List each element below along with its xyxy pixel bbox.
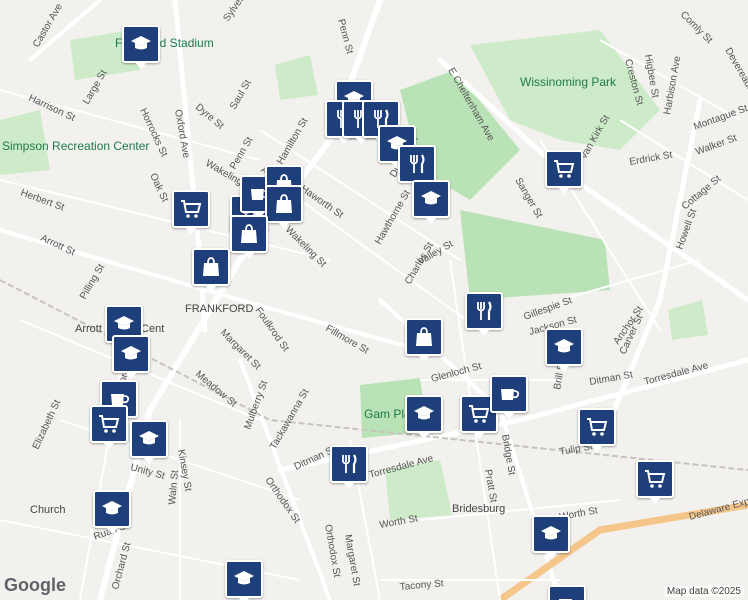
street-label: Orthodox St: [263, 475, 303, 525]
street-label: Pilling St: [78, 262, 107, 301]
school-icon: [419, 187, 443, 211]
google-logo: Google: [4, 575, 66, 595]
street-label: Erdrick St: [629, 150, 674, 168]
coffee-icon: [555, 592, 579, 600]
shopping-cart-icon: [552, 157, 576, 181]
street-label: Sylvester St: [221, 0, 261, 24]
school-marker[interactable]: [225, 560, 263, 600]
shopping-bag-marker[interactable]: [265, 185, 303, 229]
street-label: Arrott St: [39, 233, 77, 259]
street-label: Penn St: [335, 18, 355, 55]
shopping-bag-marker[interactable]: [405, 318, 443, 362]
school-icon: [552, 335, 576, 359]
shopping-bag-icon: [237, 222, 261, 246]
street-label: Meadow St: [193, 369, 239, 410]
street-label: Orthodox St: [322, 524, 342, 579]
street-label: Dyre St: [193, 102, 226, 132]
shopping-bag-icon: [272, 192, 296, 216]
street-label: Devereaux: [722, 46, 748, 93]
restaurant-marker[interactable]: [398, 145, 436, 189]
map-view[interactable]: Wissinoming Park Simpson Recreation Cent…: [0, 0, 748, 600]
street-label: Oak St: [147, 172, 170, 205]
street-label: Comly St: [678, 9, 715, 46]
school-marker[interactable]: [112, 335, 150, 379]
school-marker[interactable]: [412, 180, 450, 224]
park-north: [275, 55, 318, 100]
shopping-cart-icon: [467, 402, 491, 426]
label-park-1: Simpson Recreation Center: [2, 139, 149, 153]
street-label: Mulberry St: [242, 379, 270, 431]
school-icon: [119, 342, 143, 366]
street-label: Elizabeth St: [31, 398, 64, 451]
street-label: Hawthorne St: [373, 188, 413, 246]
street-label: Wakeling St: [283, 224, 328, 269]
shopping-bag-marker[interactable]: [230, 215, 268, 259]
school-icon: [412, 402, 436, 426]
street-label: Sanger St: [512, 176, 544, 220]
street-label: Walker St: [694, 133, 738, 158]
school-marker[interactable]: [532, 515, 570, 559]
school-icon: [232, 567, 256, 591]
coffee-marker[interactable]: [548, 585, 586, 600]
street-label: Margaret St: [342, 534, 362, 588]
school-marker[interactable]: [122, 25, 160, 69]
coffee-marker[interactable]: [490, 375, 528, 419]
school-marker[interactable]: [545, 328, 583, 372]
park-center: [460, 210, 610, 300]
label-park-0: Wissinoming Park: [520, 75, 617, 89]
label-district: FRANKFORD: [185, 303, 254, 315]
street-label: Herbert St: [19, 187, 66, 213]
shopping-bag-marker[interactable]: [192, 248, 230, 292]
restaurant-icon: [472, 299, 496, 323]
school-marker[interactable]: [130, 420, 168, 464]
street-label: Delaware Expy: [688, 495, 748, 523]
shopping-cart-marker[interactable]: [636, 460, 674, 504]
school-marker[interactable]: [405, 395, 443, 439]
park-east: [668, 300, 708, 340]
school-marker[interactable]: [93, 490, 131, 534]
shopping-cart-marker[interactable]: [172, 190, 210, 234]
shopping-cart-icon: [643, 467, 667, 491]
shopping-cart-marker[interactable]: [545, 150, 583, 194]
street-label: Glenloch St: [430, 361, 483, 385]
shopping-cart-icon: [97, 412, 121, 436]
label-station-2: Bridesburg: [452, 503, 505, 515]
shopping-bag-icon: [199, 255, 223, 279]
street-label: Saul St: [228, 78, 254, 112]
restaurant-marker[interactable]: [465, 292, 503, 336]
map-attribution[interactable]: Map data ©2025: [663, 586, 744, 597]
shopping-cart-marker[interactable]: [90, 405, 128, 449]
school-icon: [137, 427, 161, 451]
street-label: Tackawanna St: [268, 387, 312, 451]
school-icon: [129, 32, 153, 56]
label-station-1: Church: [30, 504, 65, 516]
shopping-cart-marker[interactable]: [578, 408, 616, 452]
restaurant-marker[interactable]: [330, 445, 368, 489]
school-icon: [112, 312, 136, 336]
school-icon: [100, 497, 124, 521]
street-label: Waln St: [167, 470, 181, 506]
restaurant-icon: [337, 452, 361, 476]
restaurant-icon: [405, 152, 429, 176]
coffee-icon: [497, 382, 521, 406]
school-icon: [539, 522, 563, 546]
shopping-cart-icon: [585, 415, 609, 439]
street-label: Worth St: [379, 513, 419, 531]
shopping-bag-icon: [412, 325, 436, 349]
street-label: Bridge St: [499, 434, 517, 477]
shopping-cart-icon: [179, 197, 203, 221]
